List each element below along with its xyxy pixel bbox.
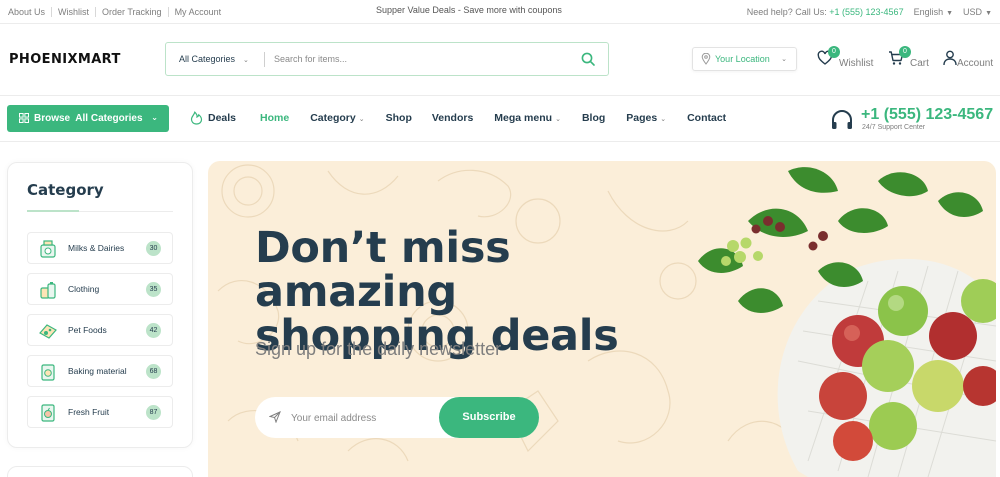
nav-links: Deals Home Category ⌄ Shop Vendors Mega m… bbox=[190, 111, 726, 125]
category-item-clothing[interactable]: Clothing 35 bbox=[27, 273, 173, 305]
nav-contact[interactable]: Contact bbox=[687, 112, 726, 124]
search-category-select[interactable]: All Categories ⌄ bbox=[179, 54, 249, 64]
top-right: Need help? Call Us: +1 (555) 123-4567 En… bbox=[747, 7, 992, 17]
headset-icon bbox=[832, 110, 852, 129]
category-count-badge: 68 bbox=[146, 364, 161, 379]
hotline-number: +1 (555) 123-4567 bbox=[861, 106, 994, 123]
nav-vendors[interactable]: Vendors bbox=[432, 112, 473, 124]
chevron-down-icon: ▼ bbox=[985, 10, 992, 17]
search-icon[interactable] bbox=[580, 51, 596, 67]
currency-select[interactable]: USD ▼ bbox=[963, 7, 992, 17]
hero-subtitle: Sign up for the daily newsletter bbox=[255, 339, 502, 359]
logo[interactable]: PHOENIXMART bbox=[9, 52, 121, 67]
subscribe-button[interactable]: Subscribe bbox=[439, 397, 539, 438]
category-label: Clothing bbox=[68, 284, 100, 294]
nav-deals[interactable]: Deals bbox=[190, 111, 237, 125]
nav-blog[interactable]: Blog bbox=[582, 112, 605, 124]
help-text: Need help? Call Us: +1 (555) 123-4567 bbox=[746, 7, 904, 17]
language-select[interactable]: English ▼ bbox=[914, 7, 953, 17]
email-input[interactable] bbox=[291, 410, 431, 426]
chevron-down-icon: ⌄ bbox=[660, 116, 667, 123]
wishlist-count-badge: 0 bbox=[828, 46, 840, 58]
category-count-badge: 87 bbox=[146, 405, 161, 420]
chevron-down-icon: ⌄ bbox=[358, 116, 365, 123]
about-us-link[interactable]: About Us bbox=[8, 7, 51, 17]
chevron-down-icon: ⌄ bbox=[555, 116, 561, 123]
fruit-icon bbox=[41, 404, 55, 422]
title-underline bbox=[27, 210, 79, 212]
browse-label: Browse All Categories bbox=[34, 113, 143, 124]
nav-home[interactable]: Home bbox=[260, 112, 289, 124]
account-label: Account bbox=[957, 58, 994, 69]
category-item-fresh-fruit[interactable]: Fresh Fruit 87 bbox=[27, 396, 173, 428]
location-pin-icon bbox=[701, 53, 711, 65]
nav-shop[interactable]: Shop bbox=[386, 112, 412, 124]
clothing-icon bbox=[40, 282, 56, 299]
top-bar: About Us Wishlist Order Tracking My Acco… bbox=[0, 0, 1000, 24]
nav-category[interactable]: Category ⌄ bbox=[310, 112, 364, 124]
nav-pages[interactable]: Pages ⌄ bbox=[626, 112, 666, 124]
location-select[interactable]: Your Location ⌄ bbox=[692, 47, 797, 71]
promo-text: Supper Value Deals - Save more with coup… bbox=[376, 5, 562, 15]
order-tracking-link[interactable]: Order Tracking bbox=[95, 7, 168, 17]
sidebar-panel-2 bbox=[7, 466, 193, 477]
category-item-baking-material[interactable]: Baking material 68 bbox=[27, 355, 173, 387]
browse-categories-button[interactable]: Browse All Categories ⌄ bbox=[7, 105, 169, 132]
nav-deals-label: Deals bbox=[208, 112, 237, 124]
chevron-down-icon: ⌄ bbox=[781, 56, 787, 63]
help-phone[interactable]: +1 (555) 123-4567 bbox=[829, 7, 903, 17]
chevron-down-icon: ⌄ bbox=[151, 113, 158, 122]
user-icon bbox=[943, 50, 957, 66]
my-account-link[interactable]: My Account bbox=[167, 7, 228, 17]
nav-mega-menu[interactable]: Mega menu ⌄ bbox=[494, 112, 561, 124]
hotline-subtitle: 24/7 Support Center bbox=[862, 124, 926, 131]
search-input[interactable] bbox=[274, 51, 564, 67]
fire-icon bbox=[190, 111, 203, 125]
cart-count-badge: 0 bbox=[899, 46, 911, 58]
category-label: Pet Foods bbox=[68, 325, 107, 335]
divider bbox=[27, 210, 173, 212]
divider bbox=[264, 52, 265, 67]
send-icon bbox=[269, 411, 281, 423]
chevron-down-icon: ▼ bbox=[946, 10, 954, 17]
category-count-badge: 35 bbox=[146, 282, 161, 297]
pet-food-icon bbox=[39, 324, 57, 339]
category-count-badge: 30 bbox=[146, 241, 161, 256]
category-label: Milks & Dairies bbox=[68, 243, 125, 253]
main-nav: Browse All Categories ⌄ Deals Home Categ… bbox=[0, 96, 1000, 142]
wishlist-label: Wishlist bbox=[839, 58, 874, 69]
cart-label: Cart bbox=[910, 58, 929, 69]
category-item-milks-dairies[interactable]: Milks & Dairies 30 bbox=[27, 232, 173, 264]
location-label: Your Location bbox=[715, 54, 770, 64]
hotline[interactable]: +1 (555) 123-4567 24/7 Support Center bbox=[830, 106, 1000, 134]
chevron-down-icon: ⌄ bbox=[243, 57, 249, 64]
header: PHOENIXMART All Categories⌄ Your Locatio… bbox=[0, 24, 1000, 96]
sidebar-title: Category bbox=[27, 181, 104, 199]
hero-banner: Don’t miss amazing shopping deals Sign up… bbox=[208, 161, 996, 477]
category-sidebar: Category Milks & Dairies 30 Clothing 35 … bbox=[7, 162, 193, 448]
category-label: Baking material bbox=[68, 366, 127, 376]
category-label: Fresh Fruit bbox=[68, 407, 110, 417]
wishlist-link[interactable]: Wishlist bbox=[51, 7, 95, 17]
baking-icon bbox=[41, 364, 55, 381]
top-links: About Us Wishlist Order Tracking My Acco… bbox=[8, 7, 227, 17]
category-item-pet-foods[interactable]: Pet Foods 42 bbox=[27, 314, 173, 346]
newsletter-form: Subscribe bbox=[255, 397, 539, 438]
search-bar: All Categories ⌄ bbox=[165, 42, 609, 76]
grid-icon bbox=[19, 113, 29, 123]
milk-icon bbox=[40, 240, 56, 258]
category-count-badge: 42 bbox=[146, 323, 161, 338]
